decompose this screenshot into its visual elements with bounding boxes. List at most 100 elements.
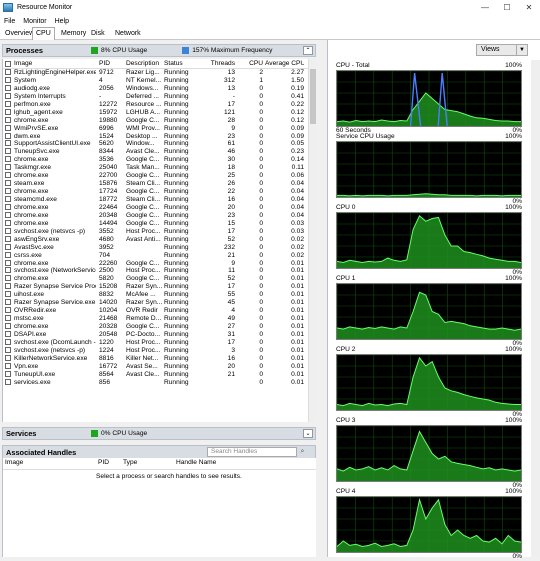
row-checkbox[interactable]	[5, 100, 11, 107]
row-checkbox[interactable]	[5, 219, 11, 226]
table-row[interactable]: mstsc.exe 21468 Remote D... Running 49 0 0.01	[3, 315, 308, 323]
table-row[interactable]: Taskmgr.exe 25040 Task Man... Running 18 0 0.1…	[3, 164, 308, 172]
maximize-icon[interactable]: ☐	[496, 0, 518, 15]
table-row[interactable]: aswEngSrv.exe 4680 Avast Anti... Running 52 0…	[3, 235, 308, 244]
row-checkbox[interactable]	[5, 338, 11, 345]
row-checkbox[interactable]	[5, 132, 11, 139]
table-row[interactable]: svchost.exe (netsvcs -p) 3552 Host Proc...…	[3, 227, 308, 236]
table-row[interactable]: System 4 NT Kernel... Running 312 1 1.50	[3, 76, 308, 85]
row-checkbox[interactable]	[5, 124, 11, 131]
table-row[interactable]: OVRRedir.exe 10204 OVR Redir Running 4 0 0.01	[3, 307, 308, 315]
table-row[interactable]: System Interrupts - Deferred ... Running - 0 0…	[3, 92, 308, 101]
row-checkbox[interactable]	[5, 330, 11, 337]
table-row[interactable]: chrome.exe 14494 Google C... Running 15 0 0.03	[3, 219, 308, 228]
table-row[interactable]: lghub_agent.exe 15972 LGHUB A... Running 121…	[3, 108, 308, 117]
row-checkbox[interactable]	[5, 251, 11, 258]
row-checkbox[interactable]	[5, 211, 11, 218]
close-icon[interactable]: ✕	[518, 0, 540, 15]
table-row[interactable]: chrome.exe 20348 Google C... Running 23 0 0.04	[3, 211, 308, 220]
table-row[interactable]: audiodg.exe 2056 Windows... Running 13 0 0.19	[3, 84, 308, 93]
table-row[interactable]: svchost.exe (DcomLaunch -p) 1220 Host Proc…	[3, 338, 308, 347]
table-row[interactable]: Vpn.exe 16772 Avast Se... Running 20 0 0.01	[3, 362, 308, 371]
search-icon[interactable]: ⌕	[298, 447, 307, 457]
table-row[interactable]: services.exe 856 Running 0 0.01	[3, 378, 308, 387]
row-checkbox[interactable]	[5, 291, 11, 298]
table-row[interactable]: chrome.exe 19880 Google C... Running 28 0 0.12	[3, 116, 308, 125]
row-checkbox[interactable]	[5, 346, 11, 353]
search-input[interactable]: Search Handles	[207, 447, 297, 457]
col-image[interactable]: Image	[14, 59, 96, 69]
tab-disk[interactable]: Disk	[88, 28, 108, 40]
row-checkbox[interactable]	[5, 76, 11, 83]
row-checkbox[interactable]	[5, 315, 11, 322]
pane-splitter[interactable]	[320, 40, 325, 557]
row-checkbox[interactable]	[5, 370, 11, 377]
chevron-down-icon[interactable]: ⌃	[303, 46, 313, 55]
row-checkbox[interactable]	[5, 323, 11, 329]
row-checkbox[interactable]	[5, 227, 11, 234]
processes-header[interactable]: Processes 8% CPU Usage 157% Maximum Freq…	[2, 44, 316, 57]
col-handle-name[interactable]: Handle Name	[176, 458, 216, 468]
row-checkbox[interactable]	[5, 362, 11, 369]
table-row[interactable]: chrome.exe 22700 Google C... Running 25 0 0.06	[3, 172, 308, 180]
table-row[interactable]: WmiPrvSE.exe 6996 WMI Prov... Running 9 0 0.09	[3, 124, 308, 133]
menu-file[interactable]: File	[0, 18, 19, 25]
row-checkbox[interactable]	[5, 148, 11, 155]
table-row[interactable]: RzLightingEngineHelper.exe 9712 Razer Lig.…	[3, 69, 308, 77]
col-image[interactable]: Image	[5, 458, 23, 468]
table-row[interactable]: TuneupUI.exe 8564 Avast Cle... Running 21 0 0.…	[3, 370, 308, 379]
table-row[interactable]: chrome.exe 3536 Google C... Running 30 0 0.14	[3, 156, 308, 164]
col-pid[interactable]: PID	[99, 59, 123, 69]
chevron-down-icon[interactable]: ▼	[516, 44, 528, 56]
table-row[interactable]: AvastSvc.exe 3952 Running 232 0 0.02	[3, 243, 308, 252]
row-checkbox[interactable]	[5, 116, 11, 123]
table-row[interactable]: chrome.exe 20328 Google C... Running 27 0 0.01	[3, 323, 308, 331]
row-checkbox[interactable]	[5, 180, 11, 187]
table-row[interactable]: DSAPI.exe 20548 PC-Docto... Running 31 0 0.01	[3, 330, 308, 339]
table-row[interactable]: chrome.exe 17724 Google C... Running 22 0 0.04	[3, 188, 308, 196]
row-checkbox[interactable]	[5, 92, 11, 99]
tab-cpu[interactable]: CPU	[32, 27, 55, 40]
col-status[interactable]: Status	[164, 59, 204, 69]
views-button[interactable]: Views ▼	[476, 44, 528, 56]
row-checkbox[interactable]	[5, 299, 11, 306]
row-checkbox[interactable]	[5, 156, 11, 163]
table-row[interactable]: uihost.exe 8832 McAfee ... Running 55 0 0.01	[3, 291, 308, 299]
row-checkbox[interactable]	[5, 354, 11, 361]
row-checkbox[interactable]	[5, 84, 11, 91]
handles-header[interactable]: Associated Handles Search Handles ⌕	[2, 445, 316, 459]
table-row[interactable]: chrome.exe 5820 Google C... Running 52 0 0.01	[3, 275, 308, 283]
minimize-icon[interactable]: —	[474, 0, 496, 15]
row-checkbox[interactable]	[5, 172, 11, 179]
table-row[interactable]: svchost.exe (netsvcs -p) 1224 Host Proc...…	[3, 346, 308, 355]
row-checkbox[interactable]	[5, 283, 11, 290]
row-checkbox[interactable]	[5, 307, 11, 314]
table-row[interactable]: steamcmd.exe 18772 Steam Cli... Running 16 0 0…	[3, 196, 308, 204]
row-checkbox[interactable]	[5, 69, 11, 75]
tab-memory[interactable]: Memory	[58, 28, 89, 40]
col-description[interactable]: Description	[126, 59, 162, 69]
row-checkbox[interactable]	[5, 259, 11, 266]
row-checkbox[interactable]	[5, 188, 11, 195]
col-cpu[interactable]: CPU	[238, 59, 263, 69]
row-checkbox[interactable]	[5, 108, 11, 115]
table-row[interactable]: steam.exe 15876 Steam Cli... Running 26 0 0.04	[3, 180, 308, 188]
row-checkbox[interactable]	[5, 196, 11, 202]
table-row[interactable]: Razer Synapse Service Proce...15208 Razer…	[3, 283, 308, 291]
col-type[interactable]: Type	[123, 458, 137, 468]
table-row[interactable]: perfmon.exe 12272 Resource ... Running 17 0 0.…	[3, 100, 308, 109]
row-checkbox[interactable]	[5, 275, 11, 282]
table-row[interactable]: chrome.exe 22260 Google C... Running 9 0 0.01	[3, 259, 308, 268]
table-row[interactable]: Razer Synapse Service.exe 14020 Razer Syn.…	[3, 299, 308, 307]
table-row[interactable]: dwm.exe 1524 Desktop ... Running 23 0 0.09	[3, 132, 308, 141]
col-pid[interactable]: PID	[98, 458, 109, 468]
row-checkbox[interactable]	[5, 267, 11, 274]
table-row[interactable]: csrss.exe 704 Running 21 0 0.02	[3, 251, 308, 260]
row-checkbox[interactable]	[5, 243, 11, 250]
row-checkbox[interactable]	[5, 164, 11, 171]
graphs-scrollbar[interactable]	[531, 60, 540, 557]
col-threads[interactable]: Threads	[208, 59, 235, 69]
table-row[interactable]: svchost.exe (NetworkService... 2500 Host P…	[3, 267, 308, 275]
select-all-checkbox[interactable]	[5, 61, 11, 67]
scroll-thumb[interactable]	[310, 69, 316, 124]
